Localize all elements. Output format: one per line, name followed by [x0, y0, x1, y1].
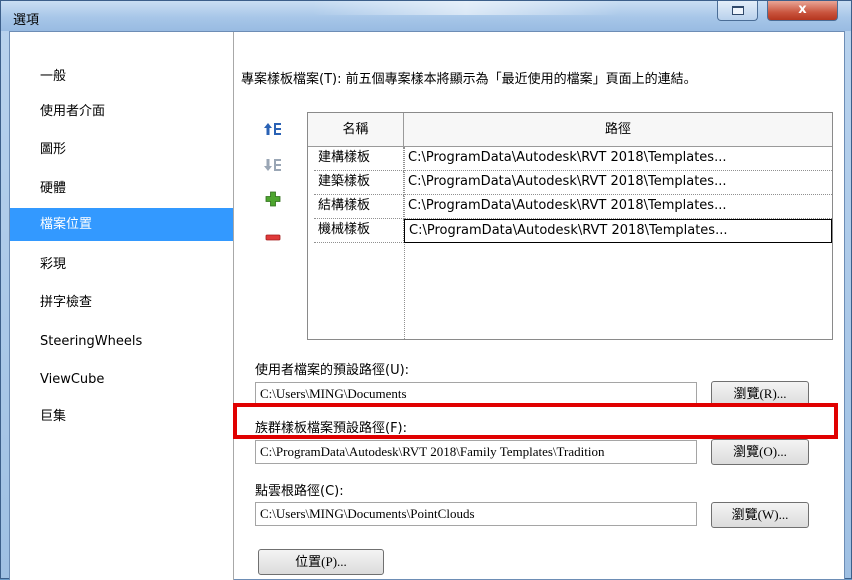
template-path-cell-selected[interactable]: C:\ProgramData\Autodesk\RVT 2018\Templat…: [404, 219, 832, 243]
template-path-cell[interactable]: C:\ProgramData\Autodesk\RVT 2018\Templat…: [404, 147, 832, 171]
browse-point-cloud-button[interactable]: 瀏覽(W)...: [711, 502, 809, 528]
sidebar-item-steeringwheels[interactable]: SteeringWheels: [10, 325, 233, 358]
family-templates-path-field[interactable]: C:\ProgramData\Autodesk\RVT 2018\Family …: [255, 440, 697, 464]
dialog-body: 一般 使用者介面 圖形 硬體 檔案位置 彩現 拼字檢查 SteeringWhee…: [9, 31, 845, 580]
template-path-cell[interactable]: C:\ProgramData\Autodesk\RVT 2018\Templat…: [404, 195, 832, 219]
browse-user-files-button[interactable]: 瀏覽(R)...: [711, 381, 809, 407]
template-path-cell[interactable]: C:\ProgramData\Autodesk\RVT 2018\Templat…: [404, 171, 832, 195]
column-header-name[interactable]: 名稱: [308, 113, 404, 147]
sidebar-item-macros[interactable]: 巨集: [10, 400, 233, 433]
template-name-cell[interactable]: 建築樣板: [314, 171, 404, 195]
sidebar-item-hardware[interactable]: 硬體: [10, 172, 233, 205]
browse-family-templates-button[interactable]: 瀏覽(O)...: [711, 439, 809, 465]
column-header-path[interactable]: 路徑: [404, 113, 832, 147]
sidebar-item-graphics[interactable]: 圖形: [10, 133, 233, 166]
maximize-button[interactable]: [717, 1, 758, 21]
user-files-label: 使用者檔案的預設路徑(U):: [255, 363, 410, 378]
point-cloud-path-field[interactable]: C:\Users\MING\Documents\PointClouds: [255, 502, 697, 526]
file-locations-panel: 專案樣板檔案(T): 前五個專案樣本將顯示為「最近使用的檔案」頁面上的連結。 名…: [235, 32, 845, 580]
template-name-cell[interactable]: 結構樣板: [314, 195, 404, 219]
title-bar-decoration: [311, 1, 621, 15]
move-up-icon[interactable]: [264, 120, 282, 138]
sidebar-item-general[interactable]: 一般: [10, 60, 233, 93]
close-button[interactable]: x: [767, 1, 838, 21]
options-sidebar: 一般 使用者介面 圖形 硬體 檔案位置 彩現 拼字檢查 SteeringWhee…: [10, 32, 234, 580]
maximize-icon: [732, 6, 744, 15]
options-dialog: 選項 x 一般 使用者介面 圖形 硬體 檔案位置 彩現 拼字檢查 Steerin…: [0, 0, 852, 580]
sidebar-item-user-interface[interactable]: 使用者介面: [10, 95, 233, 128]
move-down-icon[interactable]: [264, 156, 282, 174]
user-files-path-field[interactable]: C:\Users\MING\Documents: [255, 382, 697, 406]
title-bar[interactable]: 選項 x: [1, 1, 851, 31]
point-cloud-label: 點雲根路徑(C):: [255, 484, 344, 499]
project-templates-table: 名稱 路徑 建構樣板 C:\ProgramData\Autodesk\RVT 2…: [307, 112, 833, 340]
project-templates-description: 專案樣板檔案(T): 前五個專案樣本將顯示為「最近使用的檔案」頁面上的連結。: [241, 72, 697, 87]
family-templates-label: 族群樣板檔案預設路徑(F):: [255, 421, 408, 436]
template-name-cell[interactable]: 機械樣板: [314, 219, 404, 243]
sidebar-item-spelling[interactable]: 拼字檢查: [10, 286, 233, 319]
places-button[interactable]: 位置(P)...: [258, 549, 384, 575]
table-header: 名稱 路徑: [308, 113, 832, 147]
template-name-cell[interactable]: 建構樣板: [314, 147, 404, 171]
sidebar-item-viewcube[interactable]: ViewCube: [10, 363, 233, 396]
remove-icon[interactable]: [264, 228, 282, 246]
sidebar-item-rendering[interactable]: 彩現: [10, 248, 233, 281]
sidebar-item-file-locations[interactable]: 檔案位置: [10, 208, 233, 241]
window-title: 選項: [13, 13, 40, 28]
add-icon[interactable]: [264, 190, 282, 208]
